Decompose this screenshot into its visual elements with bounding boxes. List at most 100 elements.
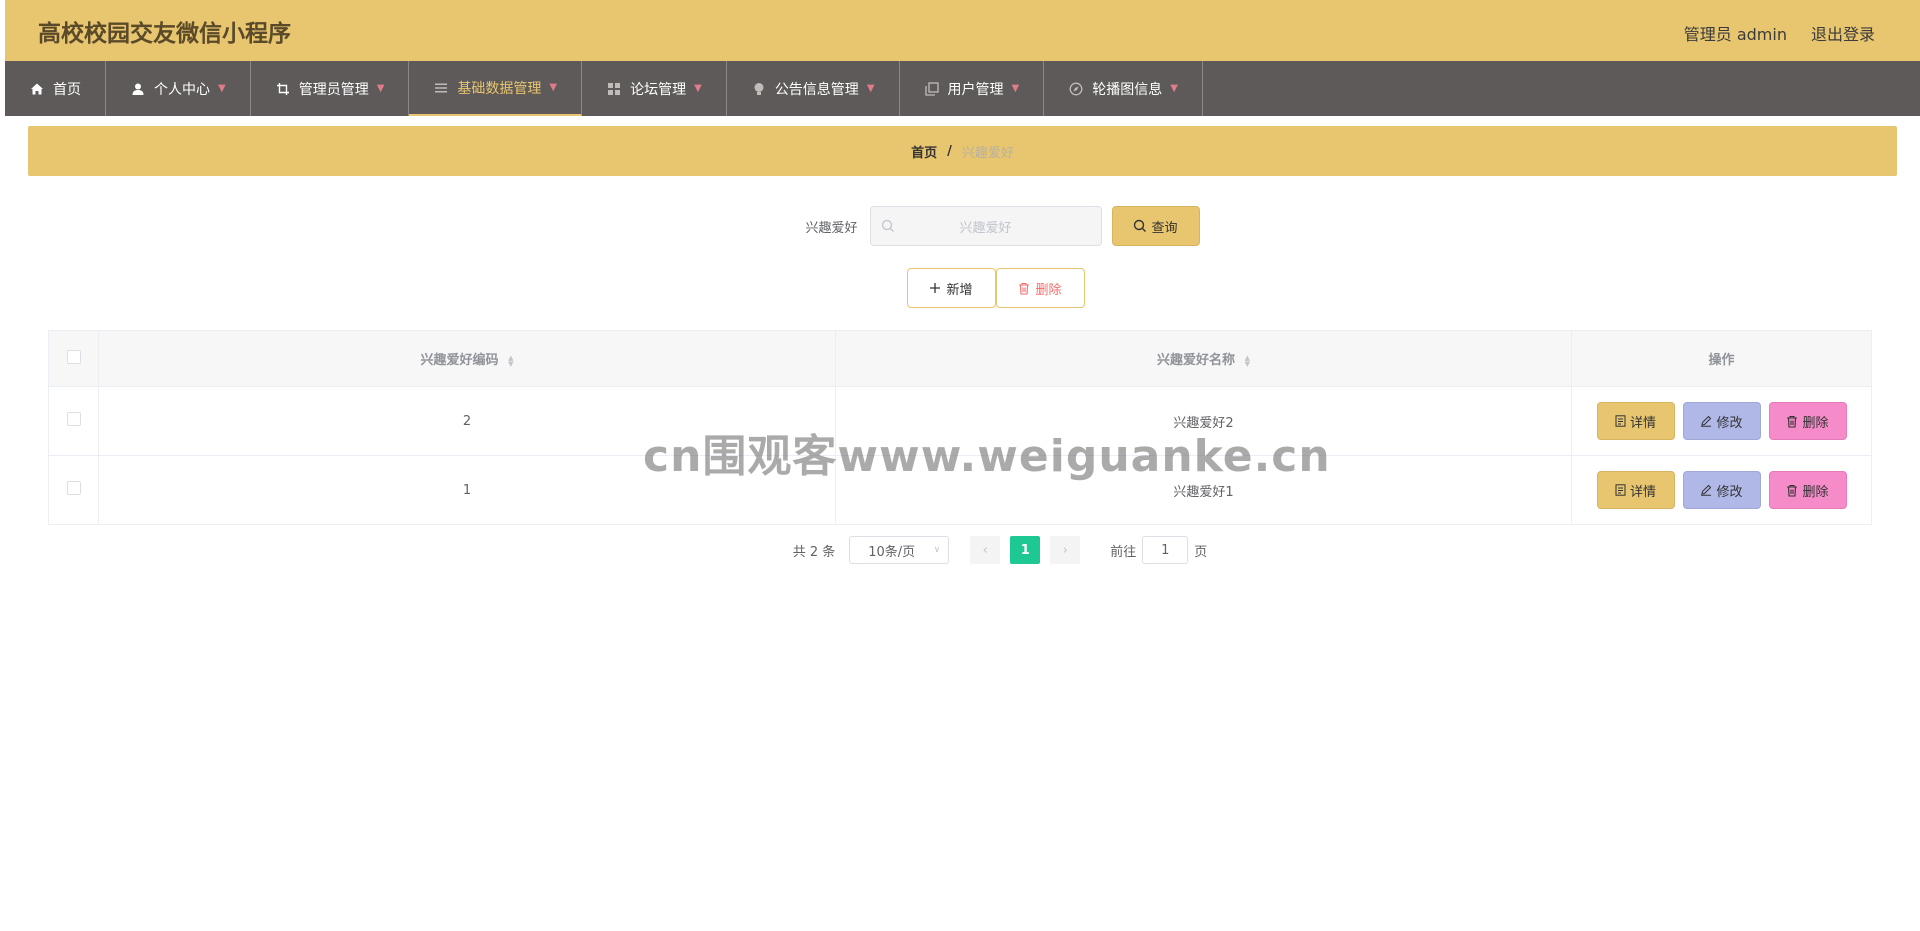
nav-item-label: 管理员管理 — [298, 81, 369, 98]
detail-button-label: 详情 — [1629, 415, 1656, 431]
nav-item-announcement[interactable]: 公告信息管理 ▼ — [727, 61, 900, 116]
admin-user-label[interactable]: 管理员 admin — [1684, 21, 1787, 45]
detail-button[interactable]: 详情 — [1596, 471, 1675, 509]
delete-button[interactable]: 删除 — [1768, 471, 1847, 509]
chevron-down-icon: ▼ — [1011, 83, 1020, 94]
home-icon — [29, 81, 45, 97]
trash-icon — [1787, 484, 1798, 497]
search-label: 兴趣爱好 — [805, 220, 858, 236]
chevron-left-icon: ‹ — [982, 542, 988, 558]
select-all-cell — [48, 330, 99, 387]
copy-icon — [924, 81, 940, 97]
edit-button[interactable]: 修改 — [1682, 402, 1761, 440]
nav-item-basic-data[interactable]: 基础数据管理 ▼ — [409, 61, 583, 116]
crop-icon — [275, 81, 291, 97]
document-icon — [1615, 484, 1626, 496]
query-button[interactable]: 查询 — [1111, 206, 1200, 246]
sort-icon[interactable]: ▲ ▼ — [1245, 354, 1250, 367]
query-button-label: 查询 — [1151, 220, 1178, 236]
delete-button-label: 删除 — [1802, 415, 1829, 431]
search-icon — [1134, 219, 1147, 232]
add-button[interactable]: 新增 — [906, 268, 996, 308]
chevron-down-icon: ▼ — [218, 83, 226, 94]
page-number-current[interactable]: 1 — [1010, 536, 1041, 564]
column-header-code[interactable]: 兴趣爱好编码 ▲ ▼ — [98, 330, 836, 387]
detail-button-label: 详情 — [1629, 484, 1656, 500]
pencil-icon — [1701, 415, 1712, 427]
nav-item-label: 首页 — [53, 81, 81, 98]
trash-icon — [1019, 282, 1030, 295]
grid-icon — [606, 81, 622, 97]
goto-suffix: 页 — [1194, 544, 1208, 560]
column-header-label: 兴趣爱好名称 — [1157, 353, 1236, 368]
nav-item-carousel[interactable]: 轮播图信息 ▼ — [1044, 61, 1203, 116]
chevron-down-icon: ▼ — [549, 82, 558, 93]
chevron-down-icon: ▼ — [376, 83, 385, 94]
nav-item-label: 公告信息管理 — [774, 81, 859, 98]
bulb-icon — [751, 81, 767, 97]
breadcrumb-separator: / — [947, 143, 952, 159]
sort-icon[interactable]: ▲ ▼ — [508, 354, 513, 367]
row-select-cell — [48, 386, 99, 456]
prev-page-button[interactable]: ‹ — [970, 536, 1001, 564]
cell-code: 1 — [98, 455, 836, 525]
breadcrumb-home[interactable]: 首页 — [911, 142, 937, 161]
nav-item-forum[interactable]: 论坛管理 ▼ — [582, 61, 727, 116]
cell-code: 2 — [98, 386, 836, 456]
data-table: 兴趣爱好编码 ▲ ▼ 兴趣爱好名称 ▲ ▼ 操作 2 兴趣爱好2 详情 修改 删… — [48, 330, 1872, 525]
logout-link[interactable]: 退出登录 — [1811, 21, 1875, 45]
add-button-label: 新增 — [946, 282, 973, 298]
search-placeholder: 兴趣爱好 — [959, 220, 1012, 236]
breadcrumb-current: 兴趣爱好 — [961, 145, 1014, 161]
nav-item-user-management[interactable]: 用户管理 ▼ — [900, 61, 1045, 116]
chevron-down-icon: ∨ — [933, 545, 941, 555]
search-input[interactable]: 兴趣爱好 — [869, 206, 1102, 246]
delete-button[interactable]: 删除 — [1768, 402, 1847, 440]
nav-item-label: 用户管理 — [947, 81, 1004, 98]
trash-icon — [1787, 415, 1798, 428]
detail-button[interactable]: 详情 — [1596, 402, 1675, 440]
row-checkbox[interactable] — [66, 481, 81, 495]
pagination: 共 2 条 10条/页 ∨ ‹ 1 › 前往 1 页 — [28, 536, 1897, 564]
select-all-checkbox[interactable] — [66, 349, 81, 364]
delete-button-label: 删除 — [1035, 282, 1062, 298]
app-title: 高校校园交友微信小程序 — [38, 21, 291, 47]
column-header-name[interactable]: 兴趣爱好名称 ▲ ▼ — [835, 330, 1572, 387]
goto-prefix: 前往 — [1110, 544, 1137, 560]
search-form: 兴趣爱好 兴趣爱好 查询 — [28, 206, 1897, 246]
table-row: 2 兴趣爱好2 详情 修改 删除 — [48, 386, 1872, 456]
cell-name: 兴趣爱好2 — [835, 386, 1572, 456]
toolbar: 新增 删除 — [28, 268, 1897, 308]
document-icon — [1615, 415, 1626, 427]
nav-item-personal-center[interactable]: 个人中心 ▼ — [106, 61, 251, 116]
cell-actions: 详情 修改 删除 — [1571, 386, 1872, 456]
goto-page-input[interactable]: 1 — [1142, 536, 1189, 564]
column-header-actions: 操作 — [1571, 330, 1872, 387]
chevron-right-icon: › — [1062, 542, 1068, 558]
nav-item-label: 基础数据管理 — [457, 80, 542, 97]
app-frame: 高校校园交友微信小程序 管理员 admin 退出登录 首页 个人中心 ▼ 管理员… — [5, 0, 1920, 931]
nav-item-label: 个人中心 — [154, 81, 210, 98]
compass-icon — [1068, 81, 1084, 97]
header-user-area: 管理员 admin 退出登录 — [1684, 21, 1875, 45]
row-checkbox[interactable] — [66, 412, 81, 426]
menu-icon — [433, 80, 449, 96]
cell-actions: 详情 修改 删除 — [1571, 455, 1872, 525]
nav-item-home[interactable]: 首页 — [5, 61, 106, 116]
table-row: 1 兴趣爱好1 详情 修改 删除 — [48, 455, 1872, 525]
nav-item-admin-management[interactable]: 管理员管理 ▼ — [251, 61, 410, 116]
page-size-select[interactable]: 10条/页 ∨ — [849, 536, 950, 564]
batch-delete-button[interactable]: 删除 — [995, 268, 1085, 308]
goto-page: 前往 1 页 — [1110, 536, 1207, 564]
edit-button-label: 修改 — [1716, 415, 1743, 431]
nav-item-label: 论坛管理 — [630, 81, 687, 98]
next-page-button[interactable]: › — [1050, 536, 1081, 564]
edit-button[interactable]: 修改 — [1682, 471, 1761, 509]
delete-button-label: 删除 — [1802, 484, 1829, 500]
main-content: 兴趣爱好 兴趣爱好 查询 新增 删除 兴趣爱好编码 ▲ ▼ 兴趣爱好名称 ▲ ▼… — [28, 186, 1897, 582]
user-icon — [130, 81, 146, 97]
pagination-total: 共 2 条 — [792, 544, 836, 560]
nav-item-label: 轮播图信息 — [1092, 81, 1163, 98]
breadcrumb: 首页 / 兴趣爱好 — [28, 126, 1897, 176]
search-icon — [881, 219, 895, 237]
